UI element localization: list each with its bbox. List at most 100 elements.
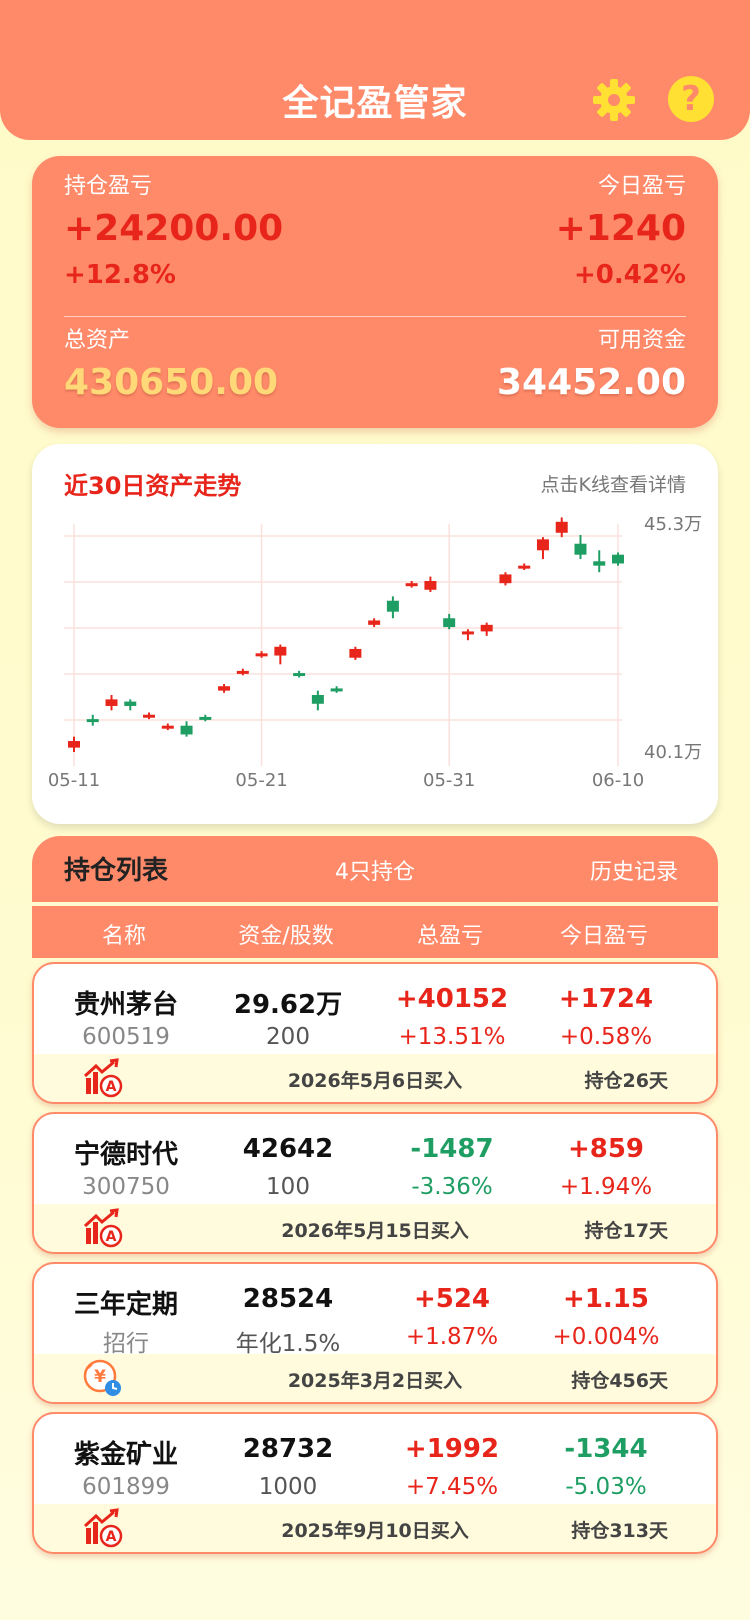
help-icon[interactable]: ? [668,76,714,122]
asset-summary-card: 持仓盈亏 +24200.00 +12.8% 今日盈亏 +1240 +0.42% … [32,156,718,428]
candle-body [86,719,99,723]
candle-body [311,695,324,704]
position-pnl-pct: +12.8% [64,260,176,290]
column-amount: 资金/股数 [238,924,334,949]
candle-body [218,686,231,691]
holding-amount: 29.62万 [233,990,343,1020]
today-pnl-pct: +0.42% [574,260,686,290]
holding-today-pnl: +1724 [558,984,654,1014]
holding-total-pct: +1.87% [405,1324,499,1350]
holding-days: 持仓456天 [571,1370,668,1392]
asset-trend-card[interactable]: 05-11 05-21 05-31 06-10 45.3万 40.1万 近30日资产走势 … [32,444,718,824]
candle-body [555,521,568,533]
holdings-column-header: 名称 资金/股数 总盈亏 今日盈亏 [32,906,718,958]
x-tick-label: 05-21 [235,770,287,791]
candle-body [443,618,456,628]
holding-today-pct: -5.03% [565,1474,647,1500]
holding-footer: A 2026年5月6日买入 持仓26天 [34,1054,716,1102]
holding-today-pct: +1.94% [559,1174,653,1200]
candle-body [461,631,474,635]
candlestick-chart[interactable]: 05-11 05-21 05-31 06-10 45.3万 40.1万 [32,444,718,824]
x-tick-label: 05-11 [48,770,100,791]
holding-code: 招行 [103,1331,149,1357]
holding-total-pct: -3.36% [411,1174,493,1200]
candle-body [124,701,137,706]
candle-body [330,688,343,692]
candle-body [499,574,512,584]
candle-body [68,741,80,748]
chart-title: 近30日资产走势 [64,472,242,500]
candle-body [536,539,549,551]
holdings-header: 持仓列表 4只持仓 历史记录 [32,836,718,902]
holding-total-pct: +7.45% [405,1474,499,1500]
holding-today-pct: +0.004% [552,1324,660,1350]
holding-today-pct: +0.58% [559,1024,653,1050]
available-funds-value: 34452.00 [496,362,686,403]
total-assets-value: 430650.00 [64,362,279,403]
y-tick-label: 45.3万 [644,514,702,535]
candle-body [199,716,212,720]
candle-body [274,646,287,656]
holding-today-pnl: +859 [567,1134,645,1164]
holding-footer: A 2025年9月10日买入 持仓313天 [34,1504,716,1552]
holding-row[interactable]: 三年定期 招行 28524 年化1.5% +524 +1.87% +1.15 +… [32,1262,718,1404]
holding-shares: 年化1.5% [235,1331,341,1357]
holding-total-pnl: +524 [413,1284,491,1314]
chart-hint[interactable]: 点击K线查看详情 [541,470,686,497]
y-tick-label: 40.1万 [644,742,702,763]
holding-shares: 100 [266,1174,310,1200]
holding-row[interactable]: 贵州茅台 600519 29.62万 200 +40152 +13.51% +1… [32,962,718,1104]
gear-icon[interactable] [592,78,636,122]
candle-body [180,725,193,735]
candle-body [480,624,493,632]
app-title: 全记盈管家 [282,83,468,124]
candle-body [386,600,399,612]
candle-body [236,670,249,674]
column-total-pnl: 总盈亏 [416,924,484,949]
position-pnl-label: 持仓盈亏 [64,174,153,199]
today-pnl-label: 今日盈亏 [597,174,686,199]
holding-footer: A 2026年5月15日买入 持仓17天 [34,1204,716,1252]
candle-body [574,543,587,555]
candle-body [105,699,118,706]
column-today-pnl: 今日盈亏 [559,924,649,949]
candle-body [255,653,268,657]
candle-body [424,581,437,590]
holding-row[interactable]: 宁德时代 300750 42642 100 -1487 -3.36% +859 … [32,1112,718,1254]
holding-total-pnl: -1487 [410,1134,494,1164]
holding-amount: 42642 [242,1134,334,1164]
holding-total-pnl: +1992 [404,1434,500,1464]
candle-body [593,561,606,566]
history-link[interactable]: 历史记录 [590,854,678,886]
summary-divider [64,316,686,317]
available-funds-label: 可用资金 [597,328,686,353]
holding-name: 紫金矿业 [73,1440,179,1470]
candle-body [349,648,362,658]
x-tick-label: 06-10 [592,770,644,791]
holding-today-pnl: -1344 [564,1434,648,1464]
holding-days: 持仓26天 [584,1070,668,1092]
today-pnl-value: +1240 [555,208,686,249]
holding-name: 三年定期 [73,1290,179,1320]
candle-body [161,725,174,729]
holding-shares: 200 [266,1024,310,1050]
holding-footer: ¥ 2025年3月2日买入 持仓456天 [34,1354,716,1402]
candle-body [368,620,381,625]
candle-body [293,673,306,677]
holding-total-pct: +13.51% [398,1024,506,1050]
holding-code: 300750 [82,1174,170,1200]
holding-code: 600519 [82,1024,170,1050]
holding-shares: 1000 [258,1474,318,1500]
holding-total-pnl: +40152 [395,984,509,1014]
candle-body [612,554,624,564]
holding-amount: 28732 [242,1434,334,1464]
holding-days: 持仓313天 [571,1520,668,1542]
holding-today-pnl: +1.15 [563,1284,649,1314]
holding-row[interactable]: 紫金矿业 601899 28732 1000 +1992 +7.45% -134… [32,1412,718,1554]
x-tick-label: 05-31 [423,770,475,791]
holding-amount: 28524 [242,1284,334,1314]
holding-days: 持仓17天 [584,1220,668,1242]
holding-name: 宁德时代 [73,1140,179,1170]
holding-code: 601899 [82,1474,170,1500]
total-assets-label: 总资产 [64,328,131,353]
